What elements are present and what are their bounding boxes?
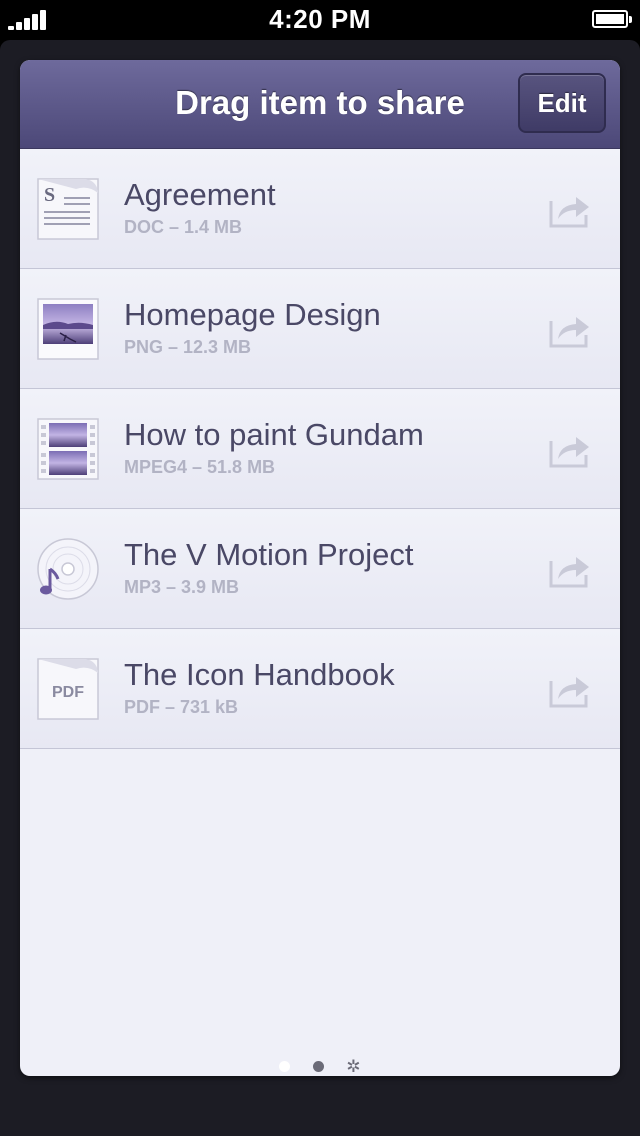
share-icon[interactable] <box>548 669 592 709</box>
file-row-homepage-design[interactable]: Homepage Design PNG – 12.3 MB <box>20 269 620 389</box>
file-row-the-v-motion-project[interactable]: The V Motion Project MP3 – 3.9 MB <box>20 509 620 629</box>
file-row-the-icon-handbook[interactable]: PDF The Icon Handbook PDF – 731 kB <box>20 629 620 749</box>
file-meta: PNG – 12.3 MB <box>124 337 252 357</box>
document-icon: S <box>37 178 99 240</box>
file-title: How to paint Gundam <box>124 417 424 452</box>
share-panel: Drag item to share Edit S Agreement DOC … <box>20 60 620 1076</box>
status-time: 4:20 PM <box>269 4 371 34</box>
pdf-icon: PDF <box>37 658 99 720</box>
battery-icon <box>592 10 632 28</box>
app-frame: Drag item to share Edit S Agreement DOC … <box>0 40 640 1136</box>
file-meta: DOC – 1.4 MB <box>124 217 243 237</box>
pdf-label: PDF <box>52 684 84 701</box>
settings-gear-icon[interactable]: ✲ <box>346 1058 360 1075</box>
share-icon[interactable] <box>548 309 592 349</box>
status-bar: 4:20 PM <box>0 0 640 40</box>
file-title: The V Motion Project <box>124 537 414 572</box>
share-icon[interactable] <box>548 429 592 469</box>
file-title: Agreement <box>124 177 276 212</box>
navigation-bar: Drag item to share Edit <box>20 60 620 149</box>
video-icon <box>37 418 99 480</box>
file-meta: PDF – 731 kB <box>124 697 239 717</box>
image-icon <box>37 298 99 360</box>
music-icon <box>37 538 99 600</box>
file-title: Homepage Design <box>124 297 381 332</box>
file-list: S Agreement DOC – 1.4 MB Homepage Design… <box>20 149 620 749</box>
page-dot[interactable] <box>312 1061 324 1073</box>
file-meta: MP3 – 3.9 MB <box>124 577 240 597</box>
file-meta: MPEG4 – 51.8 MB <box>124 457 276 477</box>
page-dot-active[interactable] <box>279 1061 291 1073</box>
share-icon[interactable] <box>548 189 592 229</box>
doc-letter: S <box>44 184 55 206</box>
file-row-agreement[interactable]: S Agreement DOC – 1.4 MB <box>20 149 620 269</box>
page-indicator[interactable]: ✲ <box>0 1058 640 1078</box>
file-row-how-to-paint-gundam[interactable]: How to paint Gundam MPEG4 – 51.8 MB <box>20 389 620 509</box>
share-icon[interactable] <box>548 549 592 589</box>
edit-button[interactable]: Edit <box>518 73 606 133</box>
file-title: The Icon Handbook <box>124 657 395 692</box>
